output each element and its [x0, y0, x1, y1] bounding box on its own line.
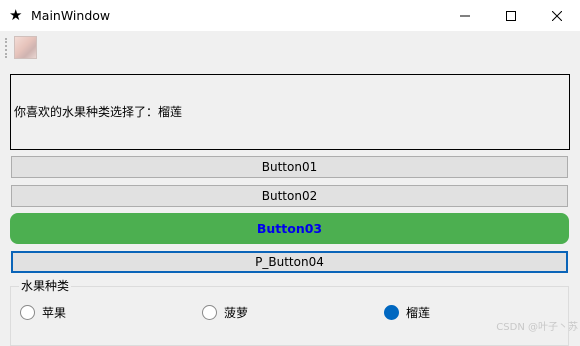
radio-durian[interactable]: 榴莲 [384, 303, 430, 321]
button01[interactable]: Button01 [11, 156, 568, 178]
radio-circle-durian[interactable] [384, 304, 399, 320]
close-icon [552, 10, 562, 21]
close-button[interactable] [534, 0, 580, 31]
radio-label-durian: 榴莲 [406, 305, 431, 320]
fruit-group-title: 水果种类 [19, 278, 72, 294]
toolbar-grip[interactable] [5, 38, 9, 58]
star-icon: ★ [9, 6, 23, 24]
radio-circle-pineapple[interactable] [202, 304, 217, 320]
radio-circle-apple[interactable] [20, 304, 35, 320]
toolbar [0, 31, 580, 64]
title-bar: ★ MainWindow [0, 0, 580, 31]
avatar-image-icon[interactable] [14, 36, 37, 59]
button02[interactable]: Button02 [11, 185, 568, 207]
maximize-icon [506, 10, 516, 21]
radio-label-apple: 苹果 [42, 305, 67, 320]
maximize-button[interactable] [488, 0, 534, 31]
minimize-button[interactable] [442, 0, 488, 31]
button03[interactable]: Button03 [10, 213, 569, 244]
window-title: MainWindow [31, 8, 111, 23]
p-button04[interactable]: P_Button04 [11, 251, 568, 273]
watermark: CSDN @叶子丶苏 [496, 322, 578, 333]
selection-label-box: 你喜欢的水果种类选择了：榴莲 [10, 74, 570, 150]
minimize-icon [460, 15, 470, 16]
radio-apple[interactable]: 苹果 [20, 303, 66, 321]
selection-label: 你喜欢的水果种类选择了：榴莲 [14, 105, 183, 119]
fruit-groupbox [10, 286, 569, 346]
radio-pineapple[interactable]: 菠萝 [202, 303, 248, 321]
radio-label-pineapple: 菠萝 [224, 305, 249, 320]
